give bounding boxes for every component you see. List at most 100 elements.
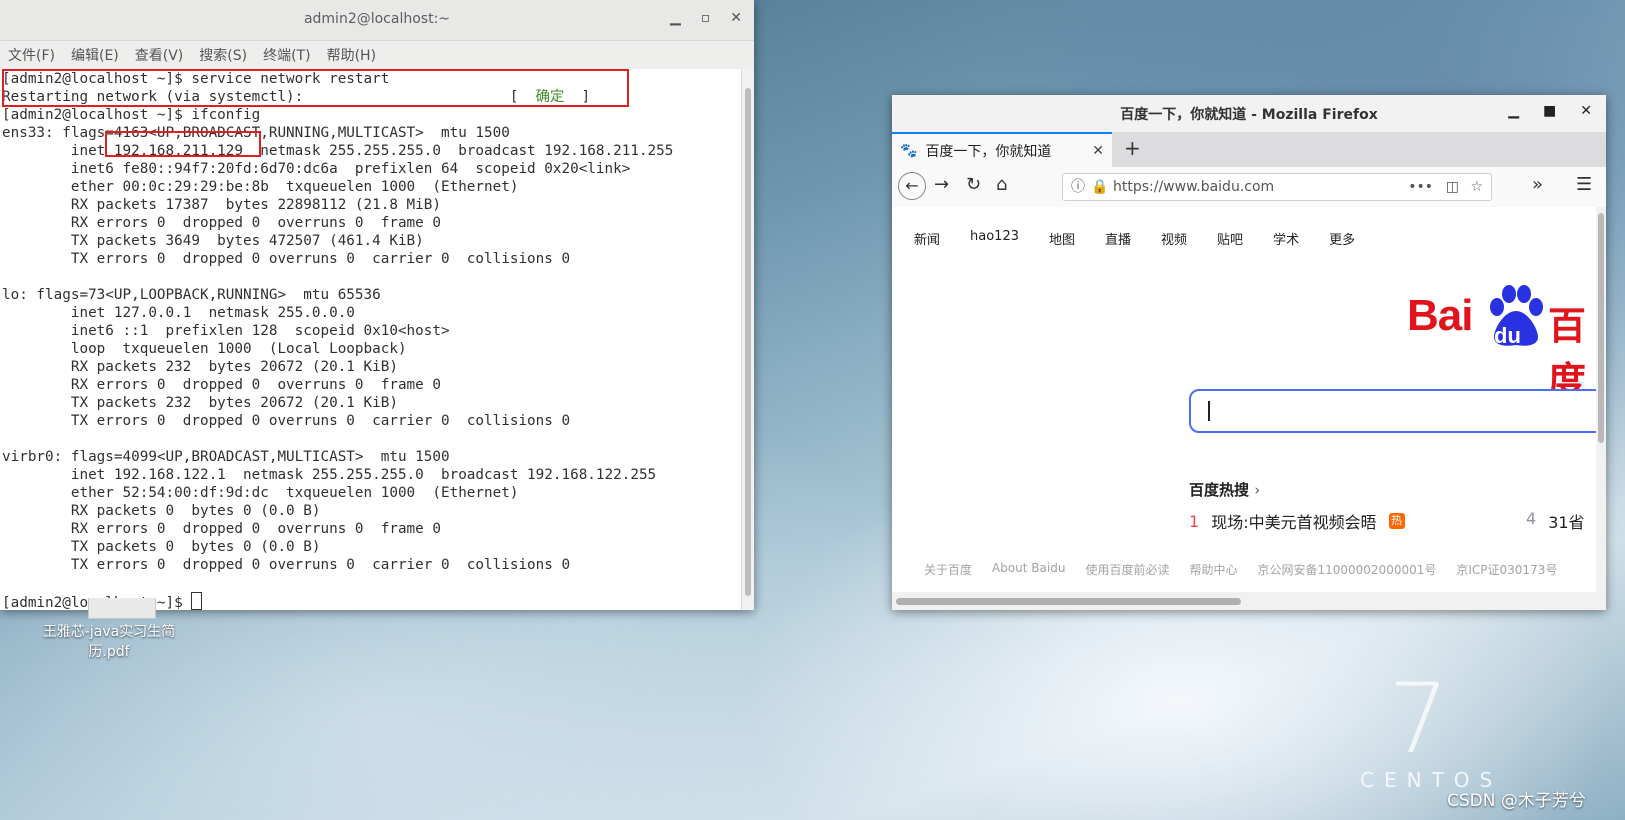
- terminal-line: TX packets 232 bytes 20672 (20.1 KiB): [2, 395, 398, 411]
- terminal-line: inet 192.168.211.129 netmask 255.255.255…: [2, 143, 674, 159]
- maximize-icon[interactable]: ▫: [701, 10, 711, 26]
- close-icon[interactable]: ✕: [730, 10, 742, 26]
- hot-item[interactable]: 1 现场:中美元首视频会晤 热: [1189, 509, 1405, 533]
- highlight-box-restart: [2, 69, 629, 107]
- firefox-titlebar[interactable]: 百度一下，你就知道 - Mozilla Firefox ▁ ■ ✕: [892, 95, 1606, 132]
- nav-map[interactable]: 地图: [1049, 229, 1075, 248]
- desktop-file-label[interactable]: 王雅芯-java实习生简历.pdf: [34, 622, 184, 662]
- lock-icon: 🔒: [1091, 179, 1109, 195]
- new-tab-icon[interactable]: +: [1124, 136, 1141, 160]
- terminal-line: ether 00:0c:29:29:be:8b txqueuelen 1000 …: [2, 179, 519, 195]
- nav-news[interactable]: 新闻: [914, 229, 940, 248]
- firefox-title: 百度一下，你就知道 - Mozilla Firefox: [1120, 107, 1378, 123]
- terminal-output[interactable]: [admin2@localhost ~]$ service network re…: [0, 69, 742, 611]
- footer-link[interactable]: 京公网安备11000002000001号: [1257, 561, 1436, 578]
- terminal-menubar: 文件(F) 编辑(E) 查看(V) 搜索(S) 终端(T) 帮助(H): [0, 41, 754, 70]
- nav-tieba[interactable]: 贴吧: [1217, 229, 1243, 248]
- terminal-line: RX errors 0 dropped 0 overruns 0 frame 0: [2, 521, 441, 537]
- terminal-line: inet6 fe80::94f7:20fd:6d70:dc6a prefixle…: [2, 161, 631, 177]
- maximize-icon[interactable]: ■: [1543, 103, 1556, 119]
- footer-link[interactable]: 京ICP证030173号: [1456, 561, 1557, 578]
- forward-icon[interactable]: →: [934, 174, 949, 195]
- terminal-line: RX packets 17387 bytes 22898112 (21.8 Mi…: [2, 197, 441, 213]
- bookmark-star-icon[interactable]: ☆: [1470, 174, 1483, 200]
- firefox-window: 百度一下，你就知道 - Mozilla Firefox ▁ ■ ✕ 🐾 百度一下…: [892, 95, 1606, 610]
- tab-close-icon[interactable]: ✕: [1092, 143, 1104, 159]
- nav-video[interactable]: 视频: [1161, 229, 1187, 248]
- terminal-line: ether 52:54:00:df:9d:dc txqueuelen 1000 …: [2, 485, 519, 501]
- csdn-watermark: CSDN @木子芳兮: [1447, 791, 1586, 811]
- terminal-line: lo: flags=73<UP,LOOPBACK,RUNNING> mtu 65…: [2, 287, 381, 303]
- hot-rank: 4: [1526, 509, 1537, 528]
- firefox-vertical-scrollbar-thumb[interactable]: [1598, 213, 1604, 443]
- home-icon[interactable]: ⌂: [996, 174, 1007, 195]
- close-icon[interactable]: ✕: [1580, 103, 1592, 119]
- terminal-line: TX packets 3649 bytes 472507 (461.4 KiB): [2, 233, 424, 249]
- terminal-line: RX packets 0 bytes 0 (0.0 B): [2, 503, 321, 519]
- tab-baidu[interactable]: 🐾 百度一下，你就知道 ✕: [892, 132, 1112, 167]
- nav-hao123[interactable]: hao123: [970, 229, 1019, 248]
- menu-help[interactable]: 帮助(H): [327, 45, 376, 65]
- page-actions-icon[interactable]: •••: [1408, 174, 1433, 200]
- chevron-right-icon: ›: [1254, 481, 1261, 499]
- footer-link[interactable]: 帮助中心: [1189, 561, 1237, 578]
- back-icon[interactable]: ←: [898, 172, 926, 200]
- terminal-window: admin2@localhost:~ ▁ ▫ ✕ 文件(F) 编辑(E) 查看(…: [0, 0, 754, 611]
- hot-search-title[interactable]: 百度热搜 ›: [1189, 479, 1260, 500]
- terminal-line: inet 127.0.0.1 netmask 255.0.0.0: [2, 305, 355, 321]
- highlight-box-ip: [105, 131, 261, 157]
- hot-item[interactable]: 4 31省: [1526, 509, 1585, 533]
- terminal-line: inet 192.168.122.1 netmask 255.255.255.0…: [2, 467, 657, 483]
- menu-terminal[interactable]: 终端(T): [263, 45, 310, 65]
- url-text: https://www.baidu.com: [1113, 179, 1275, 195]
- hot-text: 31省: [1548, 513, 1585, 532]
- baidu-paw-icon: 🐾: [900, 142, 918, 159]
- firefox-tabbar: 🐾 百度一下，你就知道 ✕ +: [892, 132, 1606, 167]
- terminal-line: loop txqueuelen 1000 (Local Loopback): [2, 341, 407, 357]
- terminal-line: RX errors 0 dropped 0 overruns 0 frame 0: [2, 215, 441, 231]
- firefox-horizontal-scrollbar-thumb[interactable]: [896, 598, 1241, 605]
- terminal-line: [admin2@localhost ~]$ ifconfig: [2, 107, 261, 123]
- pocket-icon[interactable]: ◫: [1446, 174, 1459, 200]
- menu-edit[interactable]: 编辑(E): [71, 45, 119, 65]
- reload-icon[interactable]: ↻: [966, 174, 981, 195]
- terminal-line: RX errors 0 dropped 0 overruns 0 frame 0: [2, 377, 441, 393]
- centos-version-number: 7: [1388, 663, 1450, 775]
- menu-search[interactable]: 搜索(S): [199, 45, 247, 65]
- menu-view[interactable]: 查看(V): [135, 45, 184, 65]
- nav-xueshu[interactable]: 学术: [1273, 229, 1299, 248]
- footer-link[interactable]: 使用百度前必读: [1085, 561, 1169, 578]
- menu-file[interactable]: 文件(F): [8, 45, 55, 65]
- firefox-navbar: ← → ↻ ⌂ ⓘ 🔒 https://www.baidu.com ••• ◫ …: [892, 167, 1606, 208]
- minimize-icon[interactable]: ▁: [670, 10, 681, 26]
- terminal-line: inet6 ::1 prefixlen 128 scopeid 0x10<hos…: [2, 323, 450, 339]
- terminal-line: virbr0: flags=4099<UP,BROADCAST,MULTICAS…: [2, 449, 450, 465]
- footer-link[interactable]: About Baidu: [992, 561, 1065, 578]
- terminal-line: TX packets 0 bytes 0 (0.0 B): [2, 539, 321, 555]
- terminal-line: TX errors 0 dropped 0 overruns 0 carrier…: [2, 557, 571, 573]
- baidu-logo-du: du: [1494, 323, 1521, 348]
- terminal-line: RX packets 232 bytes 20672 (20.1 KiB): [2, 359, 398, 375]
- url-bar[interactable]: ⓘ 🔒 https://www.baidu.com ••• ◫ ☆: [1062, 173, 1492, 201]
- info-icon[interactable]: ⓘ: [1071, 174, 1085, 200]
- baidu-page: 新闻 hao123 地图 直播 视频 贴吧 学术 更多 Bai du 百度 百度…: [892, 207, 1606, 610]
- tab-title: 百度一下，你就知道: [925, 143, 1052, 160]
- nav-more[interactable]: 更多: [1329, 229, 1355, 248]
- hot-rank: 1: [1189, 511, 1200, 531]
- text-cursor: [191, 592, 203, 610]
- terminal-title: admin2@localhost:~: [303, 11, 451, 27]
- baidu-logo-bai: Bai: [1407, 291, 1473, 340]
- terminal-titlebar[interactable]: admin2@localhost:~ ▁ ▫ ✕: [0, 0, 754, 41]
- terminal-scrollbar-thumb[interactable]: [745, 88, 751, 596]
- baidu-top-nav: 新闻 hao123 地图 直播 视频 贴吧 学术 更多: [914, 229, 1355, 248]
- hot-badge-icon: 热: [1388, 513, 1405, 529]
- baidu-search-input[interactable]: [1189, 389, 1606, 433]
- menu-icon[interactable]: ☰: [1576, 174, 1592, 195]
- nav-live[interactable]: 直播: [1105, 229, 1131, 248]
- baidu-footer: 关于百度 About Baidu 使用百度前必读 帮助中心 京公网安备11000…: [924, 557, 1558, 582]
- pdf-file-icon[interactable]: [88, 598, 156, 619]
- text-caret: [1208, 401, 1210, 421]
- footer-link[interactable]: 关于百度: [924, 561, 972, 578]
- overflow-icon[interactable]: »: [1532, 174, 1543, 195]
- minimize-icon[interactable]: ▁: [1508, 103, 1519, 119]
